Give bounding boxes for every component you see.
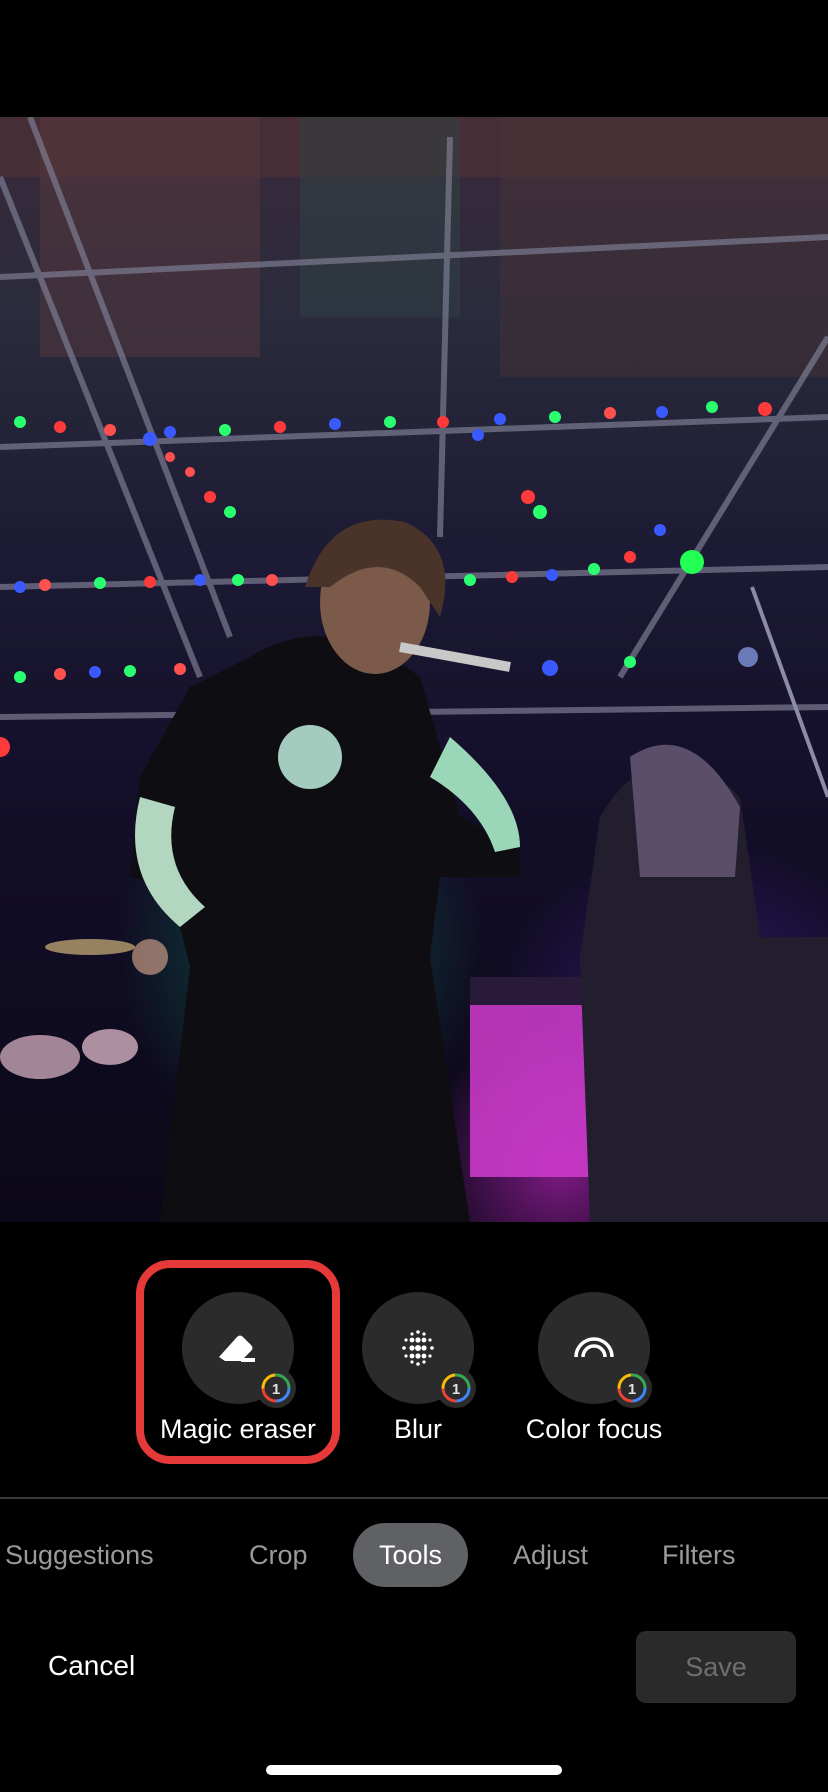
google-one-icon: 1 bbox=[612, 1368, 652, 1408]
svg-text:1: 1 bbox=[628, 1381, 636, 1398]
tools-panel: 1 Magic eraser 1 Blur 1 Color focus bbox=[0, 1222, 828, 1497]
divider bbox=[0, 1497, 828, 1499]
google-one-icon: 1 bbox=[256, 1368, 296, 1408]
save-button[interactable]: Save bbox=[636, 1631, 796, 1703]
color-focus-button[interactable]: 1 bbox=[538, 1292, 652, 1408]
tab-crop[interactable]: Crop bbox=[249, 1523, 308, 1587]
concert-photo bbox=[0, 117, 828, 1222]
svg-text:1: 1 bbox=[272, 1381, 280, 1398]
blur-button[interactable]: 1 bbox=[362, 1292, 476, 1408]
magic-eraser-tool[interactable]: 1 Magic eraser bbox=[153, 1292, 323, 1445]
color-focus-tool[interactable]: 1 Color focus bbox=[509, 1292, 679, 1445]
blur-label: Blur bbox=[393, 1414, 442, 1444]
cancel-button[interactable]: Cancel bbox=[48, 1646, 135, 1686]
magic-eraser-button[interactable]: 1 bbox=[182, 1292, 296, 1408]
home-indicator[interactable] bbox=[266, 1765, 562, 1775]
svg-text:1: 1 bbox=[452, 1381, 460, 1398]
blur-tool[interactable]: 1 Blur bbox=[333, 1292, 503, 1445]
tab-suggestions[interactable]: Suggestions bbox=[5, 1523, 154, 1587]
editor-tabs: Suggestions Crop Tools Adjust Filters bbox=[0, 1523, 828, 1587]
tab-filters[interactable]: Filters bbox=[662, 1523, 736, 1587]
tab-tools[interactable]: Tools bbox=[353, 1523, 469, 1587]
google-one-icon: 1 bbox=[436, 1368, 476, 1408]
blur-dots-icon bbox=[402, 1330, 434, 1366]
arc-icon bbox=[574, 1337, 614, 1358]
photo-preview bbox=[0, 117, 828, 1222]
tab-adjust[interactable]: Adjust bbox=[513, 1523, 588, 1587]
color-focus-label: Color focus bbox=[525, 1414, 663, 1444]
eraser-icon bbox=[219, 1335, 255, 1362]
magic-eraser-label: Magic eraser bbox=[159, 1414, 317, 1444]
